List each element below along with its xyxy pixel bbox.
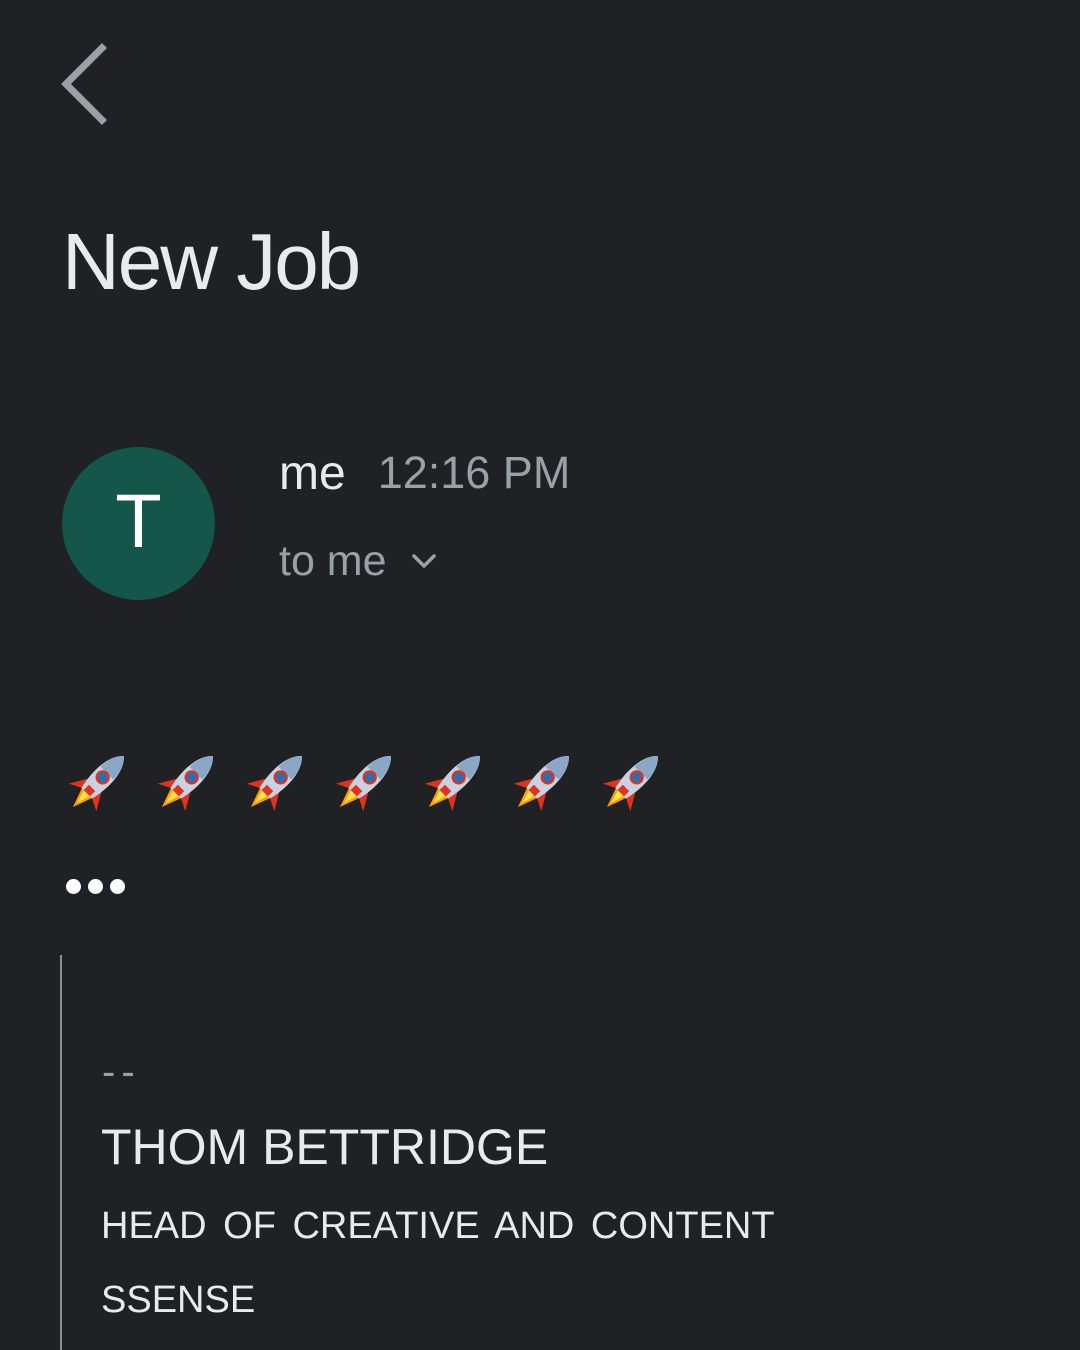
rocket-emoji xyxy=(68,755,124,811)
rocket-emoji xyxy=(424,755,480,811)
sender-line: me 12:16 PM xyxy=(279,443,570,503)
quote-divider xyxy=(60,955,62,1350)
more-horizontal-icon xyxy=(88,878,103,894)
rocket-emoji xyxy=(602,755,658,811)
back-button[interactable] xyxy=(52,38,122,130)
recipient-label: to me xyxy=(279,536,387,585)
more-horizontal-icon xyxy=(110,878,125,894)
chevron-down-icon xyxy=(411,554,436,568)
avatar-initial: T xyxy=(115,478,162,564)
sent-time: 12:16 PM xyxy=(377,447,571,498)
signature-separator: -- xyxy=(102,1050,141,1094)
email-subject: New Job xyxy=(62,217,361,306)
sender-avatar[interactable]: T xyxy=(62,447,215,600)
recipient-details-toggle[interactable]: to me xyxy=(279,533,439,589)
show-trimmed-content-button[interactable] xyxy=(66,873,138,899)
signature-title: HEAD OF CREATIVE AND CONTENT xyxy=(101,1205,775,1247)
rocket-emoji xyxy=(157,755,213,811)
email-body-emoji xyxy=(62,738,671,822)
rocket-emoji xyxy=(246,755,302,811)
more-horizontal-icon xyxy=(66,878,81,894)
sender-name[interactable]: me xyxy=(279,446,346,501)
rocket-emoji xyxy=(335,755,391,811)
chevron-left-icon xyxy=(61,43,107,125)
rocket-emoji xyxy=(513,755,569,811)
signature-name: THOM BETTRIDGE xyxy=(101,1119,549,1175)
signature-company: SSENSE xyxy=(101,1279,256,1321)
